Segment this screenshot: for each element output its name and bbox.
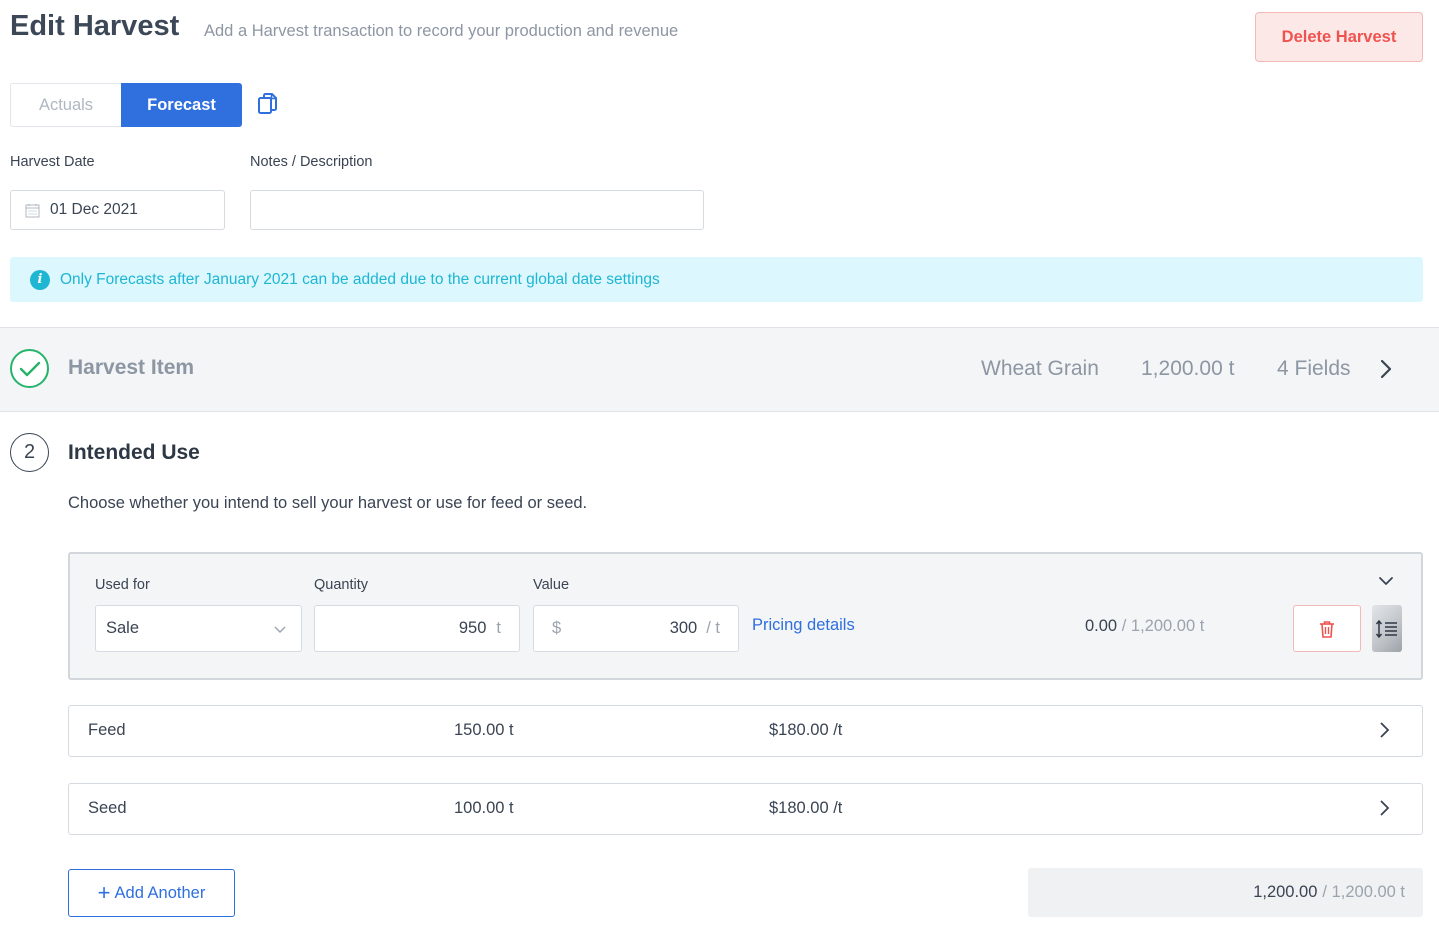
intended-use-row-seed[interactable]: Seed 100.00 t $180.00 /t bbox=[68, 783, 1423, 835]
page-title: Edit Harvest bbox=[10, 10, 180, 42]
page-subtitle: Add a Harvest transaction to record your… bbox=[204, 22, 679, 40]
delete-harvest-button[interactable]: Delete Harvest bbox=[1255, 12, 1423, 62]
intended-use-row-feed[interactable]: Feed 150.00 t $180.00 /t bbox=[68, 705, 1423, 757]
harvest-date-input[interactable]: 01 Dec 2021 bbox=[10, 190, 225, 230]
row-quantity: 150.00 t bbox=[454, 721, 514, 739]
value-currency: $ bbox=[552, 619, 562, 637]
intended-use-title: Intended Use bbox=[68, 441, 200, 464]
tab-forecast[interactable]: Forecast bbox=[121, 83, 242, 127]
allocated-value: 0.00 bbox=[1085, 617, 1118, 635]
allocated-total: / 1,200.00 t bbox=[1121, 617, 1205, 635]
harvest-item-crop: Wheat Grain bbox=[981, 357, 1099, 380]
total-value: 1,200.00 bbox=[1253, 883, 1318, 901]
value-unit: / t bbox=[706, 619, 720, 637]
actuals-forecast-toggle: Actuals Forecast bbox=[10, 83, 242, 127]
quantity-input[interactable]: 950 t bbox=[314, 605, 520, 652]
row-name: Seed bbox=[88, 799, 127, 817]
total-allocated: 1,200.00 / 1,200.00 t bbox=[1028, 868, 1423, 917]
allocated-quantity: 0.00 / 1,200.00 t bbox=[1085, 617, 1204, 636]
harvest-item-fields: 4 Fields bbox=[1277, 357, 1351, 380]
sort-icon bbox=[1375, 619, 1399, 639]
harvest-item-title: Harvest Item bbox=[68, 356, 195, 379]
add-another-button[interactable]: + Add Another bbox=[68, 869, 235, 917]
value-amount: 300 bbox=[669, 619, 698, 637]
row-name: Feed bbox=[88, 721, 126, 739]
delete-use-button[interactable] bbox=[1293, 605, 1361, 652]
add-another-label: Add Another bbox=[114, 883, 206, 902]
intended-use-description: Choose whether you intend to sell your h… bbox=[68, 494, 588, 512]
quantity-unit: t bbox=[496, 619, 501, 637]
trash-icon bbox=[1319, 620, 1335, 638]
used-for-select[interactable]: Sale bbox=[95, 605, 302, 652]
chevron-right-icon bbox=[1377, 720, 1391, 745]
reorder-handle[interactable] bbox=[1372, 605, 1402, 652]
pricing-details-link[interactable]: Pricing details bbox=[752, 616, 855, 635]
quantity-label: Quantity bbox=[314, 577, 368, 593]
row-price: $180.00 /t bbox=[769, 799, 843, 817]
used-for-value: Sale bbox=[106, 619, 140, 637]
chevron-right-icon[interactable] bbox=[1377, 357, 1395, 381]
value-label: Value bbox=[533, 577, 570, 593]
calendar-icon bbox=[25, 203, 40, 218]
notes-input[interactable] bbox=[250, 190, 704, 230]
chevron-down-icon[interactable] bbox=[1377, 574, 1395, 588]
info-icon: i bbox=[30, 269, 50, 290]
value-input[interactable]: $ 300 / t bbox=[533, 605, 739, 652]
chevron-down-icon bbox=[273, 624, 287, 634]
step-number: 2 bbox=[10, 433, 49, 472]
notes-label: Notes / Description bbox=[250, 154, 373, 170]
total-of: / 1,200.00 t bbox=[1322, 883, 1405, 901]
used-for-label: Used for bbox=[95, 577, 150, 593]
harvest-date-value: 01 Dec 2021 bbox=[50, 201, 138, 218]
check-icon bbox=[10, 349, 49, 388]
quantity-value: 950 bbox=[458, 619, 487, 637]
harvest-date-label: Harvest Date bbox=[10, 154, 95, 170]
row-quantity: 100.00 t bbox=[454, 799, 514, 817]
row-price: $180.00 /t bbox=[769, 721, 843, 739]
harvest-item-quantity: 1,200.00 t bbox=[1141, 357, 1235, 380]
copy-icon[interactable] bbox=[256, 92, 280, 118]
plus-icon: + bbox=[97, 880, 111, 905]
tab-actuals[interactable]: Actuals bbox=[10, 83, 121, 127]
info-banner: i Only Forecasts after January 2021 can … bbox=[10, 257, 1423, 302]
info-banner-text: Only Forecasts after January 2021 can be… bbox=[60, 270, 660, 288]
chevron-right-icon bbox=[1377, 798, 1391, 823]
